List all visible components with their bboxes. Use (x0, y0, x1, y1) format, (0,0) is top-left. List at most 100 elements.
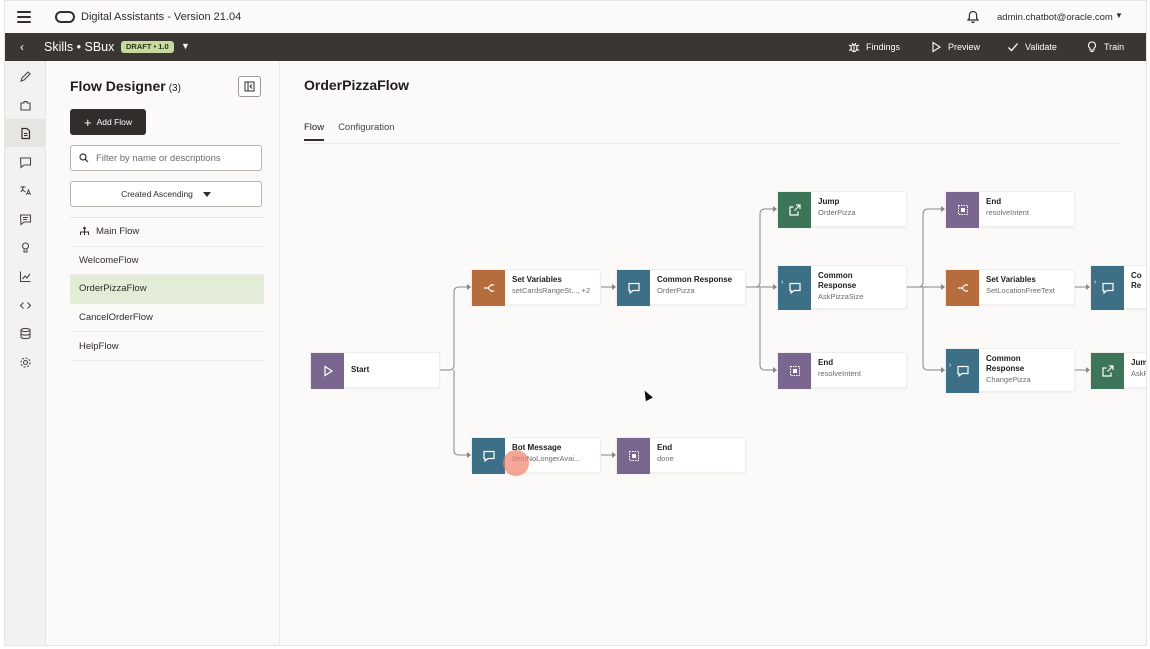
train-label: Train (1104, 42, 1125, 52)
add-flow-button[interactable]: + Add Flow (70, 109, 146, 135)
node-title: Jump (818, 197, 840, 206)
collapse-panel-icon (244, 81, 255, 92)
preview-label: Preview (948, 42, 981, 52)
expand-caret-icon[interactable]: › (1094, 279, 1096, 286)
add-flow-label: Add Flow (96, 117, 133, 127)
flow-list: Main Flow WelcomeFlow OrderPizzaFlow Can… (70, 217, 264, 361)
node-icon (946, 192, 979, 228)
node-set-variables-1[interactable]: Set Variables setCardsRangeSt..., +2 (471, 269, 601, 306)
node-subtitle: done (657, 454, 674, 463)
collapse-panel-button[interactable] (238, 76, 261, 97)
flow-item-label: Main Flow (96, 226, 140, 238)
rail-chat-icon[interactable] (17, 154, 33, 170)
node-title: Set Variables (512, 275, 562, 284)
node-icon (778, 353, 811, 389)
node-common-response-1[interactable]: Common Response OrderPizza (616, 269, 746, 306)
skill-header: ‹ Skills • SBux DRAFT • 1.0 ▼ Findings P… (5, 33, 1146, 61)
node-set-variables-2[interactable]: Set Variables SetLocationFreeText (945, 269, 1075, 306)
findings-label: Findings (866, 42, 901, 52)
rail-insights-bulb-icon[interactable] (17, 239, 33, 255)
node-subtitle: ChangePizza (986, 375, 1031, 384)
back-arrow-icon[interactable]: ‹ (20, 40, 24, 54)
flow-item-welcome[interactable]: WelcomeFlow (70, 247, 264, 276)
chat-bubble-icon (788, 282, 801, 295)
notifications-bell-icon[interactable] (967, 10, 979, 24)
sort-dropdown[interactable]: Created Ascending (70, 181, 262, 207)
node-subtitle: Re (1131, 281, 1142, 290)
node-title: Common Response (986, 354, 1025, 373)
node-title: Start (351, 365, 370, 374)
hamburger-menu-icon[interactable] (17, 11, 31, 23)
skill-name: Skills • SBux (44, 40, 115, 54)
node-icon (311, 353, 344, 389)
node-subtitle: OrderPizza (818, 208, 856, 217)
preview-button[interactable]: Preview (930, 41, 980, 53)
train-button[interactable]: Train (1086, 41, 1124, 53)
rail-settings-gear-icon[interactable] (17, 354, 33, 370)
flow-item-help[interactable]: HelpFlow (70, 332, 264, 361)
panel-title: Flow Designer (3) (70, 78, 181, 94)
oracle-logo-icon (55, 11, 75, 23)
flow-designer-panel: Flow Designer(3) + Add Flow Created Ascen… (46, 61, 280, 645)
expand-caret-icon[interactable]: › (781, 279, 783, 286)
jump-external-icon (788, 204, 801, 216)
set-variables-icon (957, 284, 968, 292)
rail-database-icon[interactable] (17, 325, 33, 341)
node-icon (617, 438, 650, 474)
flow-item-cancelorder[interactable]: CancelOrderFlow (70, 304, 264, 333)
node-jump-1[interactable]: Jump OrderPizza (777, 191, 907, 228)
validate-button[interactable]: Validate (1007, 41, 1057, 53)
node-title: Set Variables (986, 275, 1036, 284)
flow-item-main[interactable]: Main Flow (70, 218, 264, 247)
main-flow-tree-icon (79, 226, 90, 236)
node-subtitle: setCardsRangeSt..., +2 (512, 286, 591, 295)
node-end-2[interactable]: End resolveIntent (945, 191, 1075, 228)
rail-translate-icon[interactable] (17, 182, 33, 198)
node-title: Bot Message (512, 443, 562, 452)
plus-icon: + (83, 114, 92, 130)
node-common-response-3[interactable]: › Common Response ChangePizza (945, 348, 1075, 393)
findings-button[interactable]: Findings (848, 41, 900, 53)
click-indicator (503, 450, 529, 476)
rail-messages-icon[interactable] (17, 211, 33, 227)
node-common-response-4-partial[interactable]: › Co Re (1090, 265, 1146, 310)
flow-item-orderpizza[interactable]: OrderPizzaFlow (70, 275, 264, 304)
node-start[interactable]: Start (310, 352, 440, 389)
node-title: End (657, 443, 673, 452)
node-icon (617, 270, 650, 306)
user-menu[interactable]: admin.chatbot@oracle.com (997, 12, 1113, 23)
flow-item-label: WelcomeFlow (79, 254, 139, 266)
node-title: End (818, 358, 834, 367)
user-menu-chevron-icon[interactable]: ▼ (1115, 11, 1123, 20)
node-subtitle: resolveIntent (818, 369, 861, 378)
node-end-done[interactable]: End done (616, 437, 746, 474)
rail-code-icon[interactable] (17, 297, 33, 313)
flow-item-label: HelpFlow (79, 340, 119, 352)
rail-analytics-icon[interactable] (17, 268, 33, 284)
node-bot-message[interactable]: Bot Message ItemNoLongerAvai... (471, 437, 601, 474)
search-input[interactable] (96, 152, 256, 164)
rail-puzzle-icon[interactable] (17, 97, 33, 113)
node-end-1[interactable]: End resolveIntent (777, 352, 907, 389)
node-subtitle: AskPizzaSize (818, 292, 864, 301)
node-title: End (986, 197, 1002, 206)
rail-flows-icon[interactable] (5, 119, 46, 147)
node-icon (778, 192, 811, 228)
end-grid-icon (628, 451, 639, 461)
node-common-response-2[interactable]: › Common Response AskPizzaSize (777, 265, 907, 310)
bug-icon (848, 42, 860, 53)
app-frame: Digital Assistants - Version 21.04 admin… (4, 0, 1147, 646)
node-icon (472, 438, 505, 474)
set-variables-icon (483, 284, 494, 292)
node-icon (946, 270, 979, 306)
rail-pen-icon[interactable] (17, 68, 33, 84)
version-dropdown-chevron-icon[interactable]: ▼ (181, 41, 190, 51)
node-jump-2-partial[interactable]: Jump AskP (1090, 352, 1146, 389)
node-icon: › (1091, 266, 1124, 310)
node-title: Common Response (818, 271, 857, 290)
app-title: Digital Assistants - Version 21.04 (81, 11, 242, 23)
expand-caret-icon[interactable]: › (949, 362, 951, 369)
nav-rail (5, 61, 46, 645)
top-bar: Digital Assistants - Version 21.04 admin… (5, 1, 1146, 33)
play-icon (932, 41, 942, 53)
